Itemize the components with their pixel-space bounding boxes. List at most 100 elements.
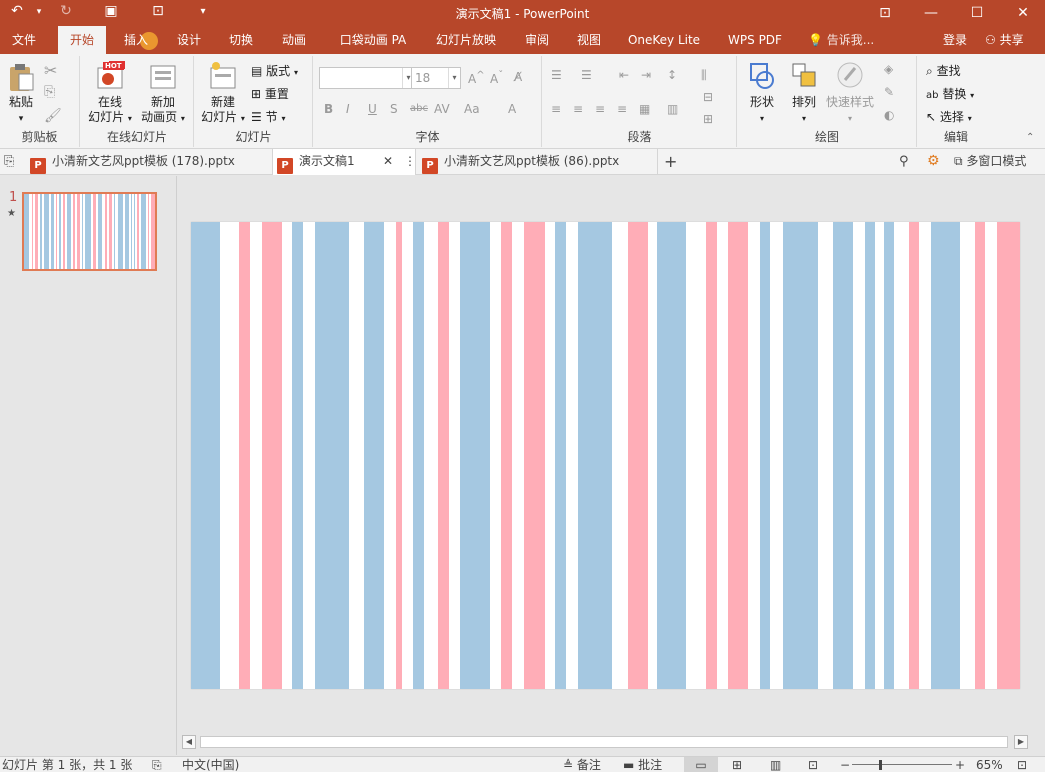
bold-icon[interactable]: B — [324, 102, 333, 116]
char-spacing-icon[interactable]: AV — [434, 102, 450, 116]
slide-canvas[interactable] — [191, 222, 1020, 689]
zoom-in-icon[interactable]: + — [955, 757, 965, 772]
arrange-button[interactable]: 排列 ▾ — [784, 60, 824, 126]
reading-view-icon[interactable]: ▥ — [770, 757, 781, 772]
slideshow-view-icon[interactable]: ⊡ — [808, 757, 818, 772]
align-left-icon[interactable]: ≡ — [551, 102, 561, 116]
save-icon[interactable]: ▣ — [100, 3, 122, 19]
tab-insert[interactable]: 插入 — [112, 26, 160, 54]
close-tab-icon[interactable]: ✕ — [383, 149, 393, 174]
tab-onekey[interactable]: OneKey Lite — [620, 26, 708, 54]
tab-file[interactable]: 文件 — [0, 26, 48, 54]
bullets-icon[interactable]: ☰ — [551, 68, 562, 82]
tab-wps-pdf[interactable]: WPS PDF — [716, 26, 794, 54]
replace-button[interactable]: ab 替换 ▾ — [926, 85, 974, 102]
justify-icon[interactable]: ≡ — [617, 102, 627, 116]
cut-icon[interactable]: ✂ — [44, 61, 57, 80]
horizontal-scrollbar[interactable]: ◀ ▶ — [180, 734, 1030, 750]
tab-menu-icon[interactable]: ⋮ — [404, 149, 416, 174]
redo-icon[interactable]: ↻ — [55, 3, 77, 19]
tab-design[interactable]: 设计 — [166, 26, 212, 54]
strikethrough-icon[interactable]: abc — [410, 103, 428, 114]
scrollbar-thumb[interactable] — [200, 736, 1008, 748]
ribbon-display-icon[interactable]: ⊡ — [862, 2, 908, 24]
language[interactable]: 中文(中国) — [182, 757, 239, 772]
shrink-font-icon[interactable]: Aˇ — [490, 70, 503, 86]
document-tab-1[interactable]: P 小清新文艺风ppt模板 (178).pptx — [26, 149, 272, 175]
scroll-left-icon[interactable]: ◀ — [182, 735, 196, 749]
increase-indent-icon[interactable]: ⇥ — [641, 68, 651, 82]
zoom-level[interactable]: 65% — [976, 757, 1003, 772]
multi-window-button[interactable]: ⧉ 多窗口模式 — [954, 149, 1026, 175]
copy-icon[interactable]: ⎘ — [44, 84, 55, 100]
reset-button[interactable]: ⊞ 重置 — [251, 85, 289, 102]
tab-transitions[interactable]: 切换 — [218, 26, 264, 54]
layout-button[interactable]: ▤ 版式 ▾ — [251, 62, 298, 79]
new-animation-page-button[interactable]: 新加 动画页 ▾ — [137, 60, 189, 126]
quick-styles-button[interactable]: 快速样式 ▾ — [824, 60, 876, 126]
collapse-ribbon-icon[interactable]: ⌃ — [1026, 132, 1034, 143]
columns-icon[interactable]: ▥ — [667, 102, 678, 116]
new-tab-icon[interactable]: + — [664, 149, 677, 175]
customize-icon[interactable]: ▾ — [192, 6, 214, 17]
find-button[interactable]: ⌕ 查找 — [926, 62, 961, 79]
shadow-icon[interactable]: S — [390, 102, 398, 116]
tab-home[interactable]: 开始 — [58, 26, 106, 54]
select-button[interactable]: ↖ 选择 ▾ — [926, 108, 972, 125]
font-color-icon[interactable]: A — [508, 102, 516, 116]
shape-effects-icon[interactable]: ◐ — [884, 108, 894, 122]
tab-pocket-animation[interactable]: 口袋动画 PA — [330, 26, 416, 54]
align-right-icon[interactable]: ≡ — [595, 102, 605, 116]
tab-view[interactable]: 视图 — [567, 26, 611, 54]
clear-format-icon[interactable]: A̸ — [514, 70, 522, 84]
distribute-icon[interactable]: ▦ — [639, 102, 650, 116]
numbering-icon[interactable]: ☰ — [581, 68, 592, 82]
comments-button[interactable]: ▬ 批注 — [623, 757, 662, 772]
font-size-combo[interactable]: 18 ▾ — [411, 67, 461, 89]
minimize-button[interactable]: — — [908, 2, 954, 24]
text-direction-icon[interactable]: ⫼ — [701, 68, 707, 83]
tab-animations[interactable]: 动画 — [270, 26, 318, 54]
align-center-icon[interactable]: ≡ — [573, 102, 583, 116]
font-name-combo[interactable]: ▾ — [319, 67, 415, 89]
change-case-icon[interactable]: Aa — [464, 102, 480, 116]
underline-icon[interactable]: U — [368, 102, 377, 116]
present-icon[interactable]: ⊡ — [147, 3, 169, 19]
shapes-button[interactable]: 形状 ▾ — [742, 60, 782, 126]
smartart-icon[interactable]: ⊞ — [703, 112, 713, 126]
close-button[interactable]: ✕ — [1000, 2, 1045, 24]
tell-me-box[interactable]: 💡 告诉我... — [808, 26, 874, 54]
fit-slide-icon[interactable]: ⊡ — [1017, 757, 1027, 772]
scroll-right-icon[interactable]: ▶ — [1014, 735, 1028, 749]
tab-slideshow[interactable]: 幻灯片放映 — [425, 26, 507, 54]
zoom-out-icon[interactable]: − — [840, 757, 850, 772]
settings-gear-icon[interactable]: ⚙ — [927, 149, 940, 175]
tab-review[interactable]: 审阅 — [515, 26, 559, 54]
undo-dropdown-icon[interactable]: ▾ — [28, 7, 50, 17]
format-painter-icon[interactable]: 🖌 — [44, 108, 62, 124]
slide-sorter-icon[interactable]: ⊞ — [732, 757, 742, 772]
normal-view-icon[interactable]: ▭ — [684, 757, 718, 772]
slide-thumbnail[interactable] — [22, 192, 157, 271]
grow-font-icon[interactable]: A^ — [468, 70, 485, 86]
shape-outline-icon[interactable]: ✎ — [884, 85, 894, 99]
notes-button[interactable]: ≜ 备注 — [563, 757, 601, 772]
shape-fill-icon[interactable]: ◈ — [884, 62, 893, 76]
paste-button[interactable]: 粘贴 ▾ — [4, 62, 38, 127]
section-button[interactable]: ☰ 节 ▾ — [251, 108, 285, 125]
spellcheck-icon[interactable]: ⎘ — [152, 757, 162, 772]
undo-icon[interactable]: ↶ — [6, 3, 28, 19]
line-spacing-icon[interactable]: ↕ — [667, 68, 677, 82]
new-slide-button[interactable]: 新建 幻灯片 ▾ — [198, 60, 248, 126]
align-text-icon[interactable]: ⊟ — [703, 90, 713, 104]
share-button[interactable]: ⚇ 共享 — [985, 26, 1024, 54]
login-link[interactable]: 登录 — [943, 26, 967, 54]
zoom-slider-handle[interactable] — [879, 760, 882, 770]
maximize-button[interactable]: ☐ — [954, 2, 1000, 24]
italic-icon[interactable]: I — [346, 102, 350, 116]
zoom-slider[interactable] — [852, 764, 952, 765]
document-tab-2[interactable]: P 演示文稿1 ✕ ⋮ — [272, 149, 416, 175]
document-tab-3[interactable]: P 小清新文艺风ppt模板 (86).pptx — [418, 149, 658, 175]
tab-list-icon[interactable]: ⎘ — [4, 149, 14, 175]
decrease-indent-icon[interactable]: ⇤ — [619, 68, 629, 82]
